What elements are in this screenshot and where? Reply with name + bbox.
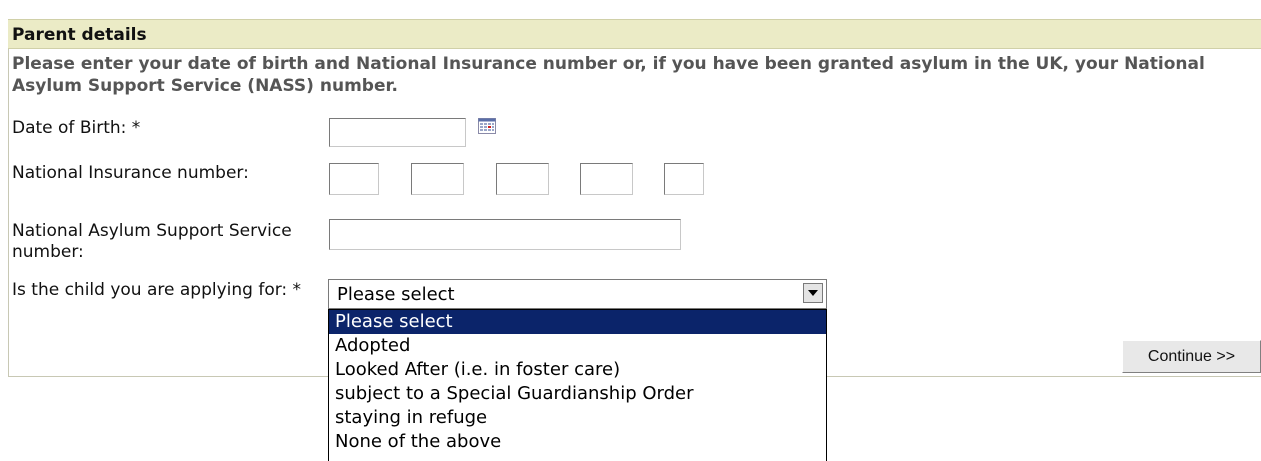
child-status-select[interactable]: Please select bbox=[328, 279, 827, 309]
child-status-label: Is the child you are applying for: * bbox=[12, 280, 302, 300]
calendar-icon[interactable] bbox=[478, 118, 496, 134]
option-staying-in-refuge[interactable]: staying in refuge bbox=[329, 406, 826, 430]
ni-label: National Insurance number: bbox=[12, 163, 249, 183]
instructions-text: Please enter your date of birth and Nati… bbox=[12, 54, 1205, 96]
section-title: Parent details bbox=[12, 25, 147, 45]
ni-input-4[interactable] bbox=[580, 163, 633, 195]
select-value: Please select bbox=[337, 284, 455, 305]
option-none-of-the-above[interactable]: None of the above bbox=[329, 430, 826, 454]
continue-button[interactable]: Continue >> bbox=[1122, 340, 1261, 373]
nass-input[interactable] bbox=[329, 219, 681, 250]
nass-label: National Asylum Support Service number: bbox=[12, 221, 292, 262]
section-header: Parent details bbox=[8, 19, 1261, 49]
dropdown-list: Please select Adopted Looked After (i.e.… bbox=[328, 309, 827, 461]
ni-input-5[interactable] bbox=[664, 163, 704, 195]
dob-label: Date of Birth: * bbox=[12, 118, 141, 138]
option-looked-after[interactable]: Looked After (i.e. in foster care) bbox=[329, 358, 826, 382]
dob-input[interactable] bbox=[329, 118, 466, 147]
ni-input-2[interactable] bbox=[411, 163, 464, 195]
chevron-down-icon[interactable] bbox=[803, 283, 823, 303]
ni-input-3[interactable] bbox=[496, 163, 549, 195]
option-special-guardianship[interactable]: subject to a Special Guardianship Order bbox=[329, 382, 826, 406]
option-adopted[interactable]: Adopted bbox=[329, 334, 826, 358]
option-please-select[interactable]: Please select bbox=[329, 310, 826, 334]
ni-input-1[interactable] bbox=[329, 163, 379, 195]
